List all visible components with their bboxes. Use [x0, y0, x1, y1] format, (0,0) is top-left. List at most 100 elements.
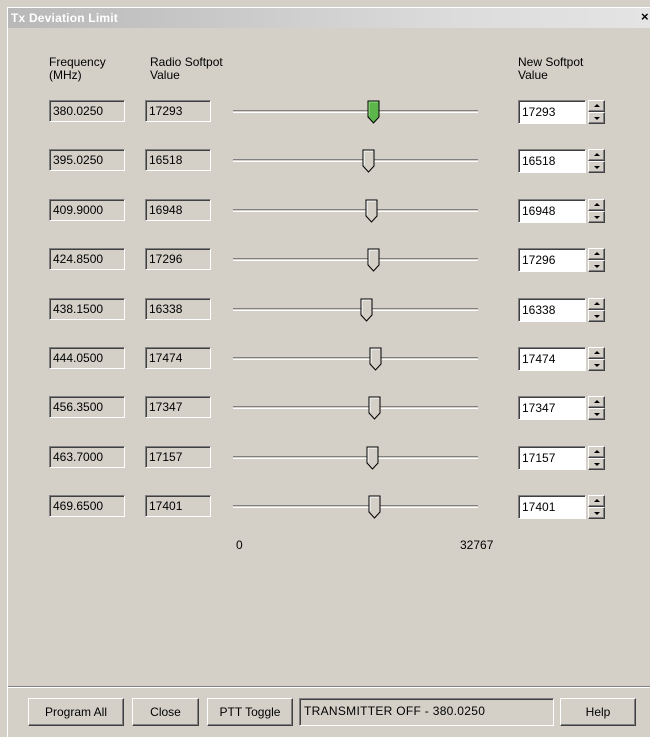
softpot-spinner [588, 149, 605, 173]
softpot-spinner [588, 347, 605, 371]
up-arrow-icon [594, 351, 600, 354]
slider-track [233, 357, 478, 360]
softpot-spinner [588, 495, 605, 519]
frequency-display: 444.0500 [49, 347, 125, 369]
softpot-spinner [588, 248, 605, 272]
ptt-toggle-button[interactable]: PTT Toggle [207, 698, 293, 726]
slider-thumb[interactable] [369, 347, 383, 371]
down-arrow-icon [594, 166, 600, 169]
up-arrow-icon [594, 302, 600, 305]
spin-down-button[interactable] [588, 310, 605, 322]
spin-up-button[interactable] [588, 248, 605, 260]
slider-track [233, 308, 478, 311]
radio-softpot-value: 17347 [145, 396, 211, 418]
spin-down-button[interactable] [588, 112, 605, 124]
spin-down-button[interactable] [588, 211, 605, 223]
down-arrow-icon [594, 216, 600, 219]
spin-up-button[interactable] [588, 149, 605, 161]
slider-thumb[interactable] [360, 298, 374, 322]
radio-softpot-value: 17401 [145, 495, 211, 517]
close-button[interactable]: Close [132, 698, 199, 726]
spin-down-button[interactable] [588, 260, 605, 272]
spin-up-button[interactable] [588, 347, 605, 359]
down-arrow-icon [594, 117, 600, 120]
frequency-display: 409.9000 [49, 199, 125, 221]
spin-down-button[interactable] [588, 507, 605, 519]
new-softpot-input[interactable]: 17157 [518, 446, 586, 470]
slider-track [233, 209, 478, 212]
new-softpot-input[interactable]: 17293 [518, 100, 586, 124]
down-arrow-icon [594, 364, 600, 367]
title-bar[interactable]: Tx Deviation Limit × [8, 8, 650, 28]
slider-track [233, 110, 478, 113]
close-window-button[interactable]: × [641, 9, 650, 25]
new-softpot-input[interactable]: 16518 [518, 149, 586, 173]
softpot-spinner [588, 199, 605, 223]
up-arrow-icon [594, 252, 600, 255]
header-radio-softpot-line2: Value [150, 68, 180, 82]
slider-thumb[interactable] [367, 248, 381, 272]
slider-thumb[interactable] [365, 199, 379, 223]
down-arrow-icon [594, 315, 600, 318]
new-softpot-input[interactable]: 17296 [518, 248, 586, 272]
new-softpot-input[interactable]: 16948 [518, 199, 586, 223]
frequency-display: 380.0250 [49, 100, 125, 122]
spin-down-button[interactable] [588, 161, 605, 173]
slider-max-label: 32767 [460, 538, 494, 552]
new-softpot-input[interactable]: 17474 [518, 347, 586, 371]
frequency-display: 463.7000 [49, 446, 125, 468]
radio-softpot-value: 16518 [145, 149, 211, 171]
spin-up-button[interactable] [588, 199, 605, 211]
frequency-display: 395.0250 [49, 149, 125, 171]
down-arrow-icon [594, 265, 600, 268]
new-softpot-input[interactable]: 16338 [518, 298, 586, 322]
frequency-display: 469.6500 [49, 495, 125, 517]
down-arrow-icon [594, 413, 600, 416]
down-arrow-icon [594, 463, 600, 466]
slider-min-label: 0 [236, 538, 243, 552]
slider-thumb[interactable] [367, 100, 381, 124]
up-arrow-icon [594, 203, 600, 206]
radio-softpot-value: 17296 [145, 248, 211, 270]
spin-up-button[interactable] [588, 495, 605, 507]
radio-softpot-value: 16948 [145, 199, 211, 221]
window-title: Tx Deviation Limit [11, 11, 118, 25]
frequency-display: 424.8500 [49, 248, 125, 270]
softpot-spinner [588, 446, 605, 470]
spin-up-button[interactable] [588, 396, 605, 408]
spin-down-button[interactable] [588, 359, 605, 371]
softpot-spinner [588, 396, 605, 420]
spin-down-button[interactable] [588, 458, 605, 470]
header-frequency: Frequency (MHz) [49, 56, 106, 82]
slider-thumb[interactable] [368, 396, 382, 420]
radio-softpot-value: 17157 [145, 446, 211, 468]
slider-thumb[interactable] [362, 149, 376, 173]
frequency-display: 438.1500 [49, 298, 125, 320]
slider-track [233, 406, 478, 409]
header-new-softpot: New Softpot Value [518, 56, 583, 82]
spin-up-button[interactable] [588, 100, 605, 112]
radio-softpot-value: 17293 [145, 100, 211, 122]
header-new-softpot-line2: Value [518, 68, 548, 82]
softpot-spinner [588, 100, 605, 124]
slider-track [233, 456, 478, 459]
spin-down-button[interactable] [588, 408, 605, 420]
radio-softpot-value: 17474 [145, 347, 211, 369]
header-radio-softpot: Radio Softpot Value [150, 56, 223, 82]
softpot-spinner [588, 298, 605, 322]
new-softpot-input[interactable]: 17347 [518, 396, 586, 420]
up-arrow-icon [594, 153, 600, 156]
up-arrow-icon [594, 104, 600, 107]
spin-up-button[interactable] [588, 298, 605, 310]
header-frequency-line2: (MHz) [49, 68, 82, 82]
slider-thumb[interactable] [368, 495, 382, 519]
transmitter-status: TRANSMITTER OFF - 380.0250 [299, 698, 554, 726]
new-softpot-input[interactable]: 17401 [518, 495, 586, 519]
slider-track [233, 505, 478, 508]
frequency-display: 456.3500 [49, 396, 125, 418]
spin-up-button[interactable] [588, 446, 605, 458]
help-button[interactable]: Help [560, 698, 636, 726]
slider-track [233, 258, 478, 261]
slider-thumb[interactable] [366, 446, 380, 470]
program-all-button[interactable]: Program All [28, 698, 124, 726]
